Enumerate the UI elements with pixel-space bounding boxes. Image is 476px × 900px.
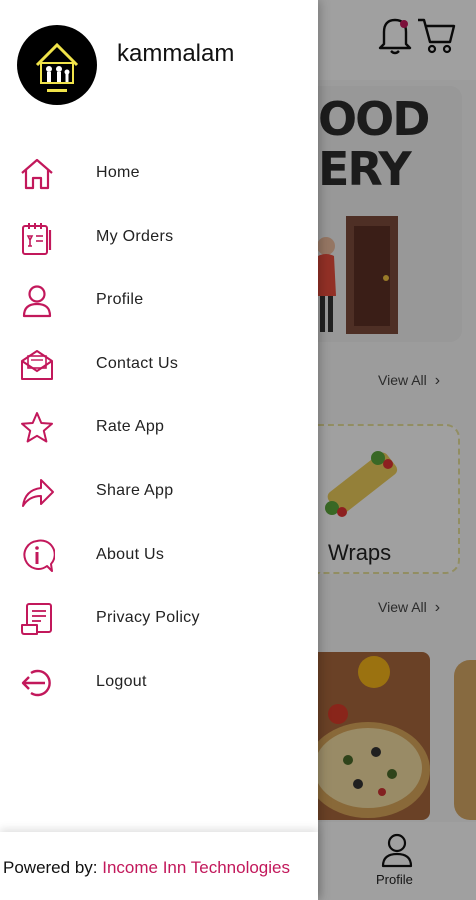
- navigation-drawer: kammalam Home My Orders Profile Contact …: [0, 0, 318, 900]
- mail-icon: [19, 347, 55, 383]
- menu-item-privacy-policy[interactable]: Privacy Policy: [0, 587, 318, 651]
- menu-label: Contact Us: [96, 354, 179, 372]
- brand-name: kammalam: [117, 40, 235, 67]
- document-icon: [19, 601, 55, 637]
- menu-label: Share App: [96, 481, 174, 499]
- star-icon: [19, 410, 55, 446]
- profile-icon: [19, 283, 55, 319]
- menu-item-logout[interactable]: Logout: [0, 651, 318, 715]
- menu-label: Privacy Policy: [96, 609, 200, 627]
- menu-item-contact-us[interactable]: Contact Us: [0, 333, 318, 397]
- drawer-menu: Home My Orders Profile Contact Us Rate A…: [0, 142, 318, 714]
- powered-by-text: Powered by: Income Inn Technologies: [3, 858, 290, 878]
- orders-icon: [19, 220, 55, 256]
- menu-item-rate-app[interactable]: Rate App: [0, 396, 318, 460]
- drawer-footer: Powered by: Income Inn Technologies: [0, 832, 318, 900]
- menu-item-my-orders[interactable]: My Orders: [0, 206, 318, 270]
- home-icon: [19, 156, 55, 192]
- logout-icon: [19, 665, 55, 701]
- menu-item-home[interactable]: Home: [0, 142, 318, 206]
- menu-label: Logout: [96, 672, 147, 690]
- menu-label: About Us: [96, 545, 165, 563]
- menu-item-share-app[interactable]: Share App: [0, 460, 318, 524]
- info-icon: [19, 538, 56, 574]
- company-link[interactable]: Income Inn Technologies: [102, 858, 290, 877]
- menu-label: My Orders: [96, 227, 174, 245]
- menu-label: Rate App: [96, 418, 165, 436]
- logo-icon: [35, 42, 79, 92]
- share-icon: [19, 474, 55, 510]
- powered-by-prefix: Powered by:: [3, 858, 98, 877]
- menu-item-about-us[interactable]: About Us: [0, 524, 318, 588]
- menu-label: Home: [96, 164, 140, 181]
- brand-logo: [17, 25, 97, 105]
- menu-label: Profile: [96, 291, 144, 309]
- menu-item-profile[interactable]: Profile: [0, 269, 318, 333]
- drawer-header: kammalam: [0, 0, 318, 112]
